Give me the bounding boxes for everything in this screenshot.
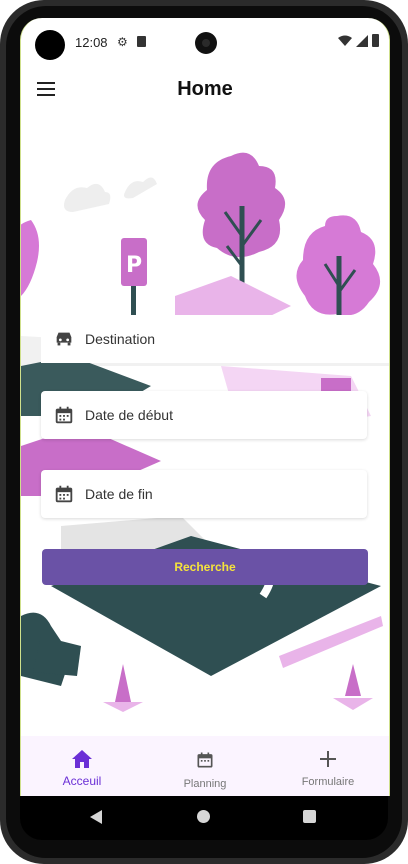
sd-card-icon <box>137 36 146 47</box>
settings-status-icon: ⚙ <box>117 35 128 49</box>
cloud-left <box>64 183 111 212</box>
nav-label-acceuil: Acceuil <box>62 774 102 788</box>
page-title: Home <box>177 78 233 100</box>
search-button-label: Recherche <box>174 560 236 574</box>
cloud-right <box>124 177 157 199</box>
search-button[interactable]: Recherche <box>42 549 368 585</box>
balloon-shape <box>21 220 39 296</box>
start-date-placeholder: Date de début <box>85 407 173 423</box>
end-date-input[interactable]: Date de fin <box>41 470 367 518</box>
signal-icon <box>356 34 368 47</box>
wifi-icon <box>338 35 352 46</box>
cone-right-base <box>333 698 373 710</box>
nav-label-planning: Planning <box>183 778 227 790</box>
parking-sign-letter: P <box>126 253 142 278</box>
system-navigation-bar <box>20 796 388 840</box>
status-time: 12:08 <box>75 35 108 50</box>
nav-label-formulaire: Formulaire <box>301 776 355 788</box>
phone-frame: 12:08 ⚙ Home P Destination Date de début… <box>0 0 408 864</box>
camera-cutout <box>35 30 65 60</box>
cone-right <box>345 664 361 696</box>
system-icons <box>338 34 379 47</box>
destination-input[interactable]: Destination <box>41 315 389 363</box>
cone-left <box>115 664 131 702</box>
start-date-input[interactable]: Date de début <box>41 391 367 439</box>
front-camera <box>195 32 217 54</box>
battery-icon <box>372 34 379 47</box>
home-button-icon[interactable] <box>197 810 210 823</box>
nav-item-acceuil[interactable]: Acceuil <box>21 736 143 796</box>
car-icon <box>56 332 72 346</box>
app-bar: Home <box>21 66 389 116</box>
calendar-icon <box>55 485 73 503</box>
cone-left-base <box>103 702 143 712</box>
bottom-navigation: Acceuil Planning Formulaire <box>21 736 389 796</box>
nav-item-planning[interactable]: Planning <box>144 736 266 796</box>
home-icon <box>72 750 92 768</box>
calendar-icon <box>197 752 213 768</box>
app-screen: 12:08 ⚙ Home P Destination Date de début… <box>20 18 390 796</box>
nav-item-formulaire[interactable]: Formulaire <box>267 736 389 796</box>
ev-plug <box>33 636 81 676</box>
destination-placeholder: Destination <box>85 331 156 347</box>
plus-icon <box>320 751 336 767</box>
end-date-placeholder: Date de fin <box>85 486 153 502</box>
status-bar: 12:08 ⚙ <box>21 18 389 62</box>
back-icon[interactable] <box>90 810 102 824</box>
recent-apps-icon[interactable] <box>303 810 316 823</box>
calendar-icon <box>55 406 73 424</box>
